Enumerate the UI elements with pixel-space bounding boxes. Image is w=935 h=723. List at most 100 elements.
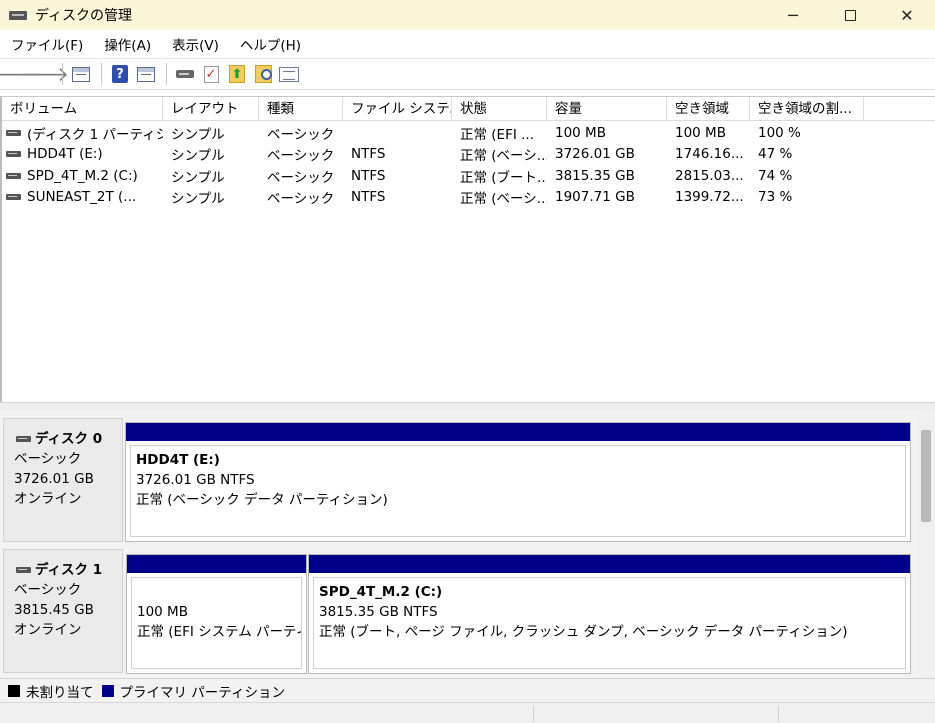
partition-size: 3815.35 GB NTFS xyxy=(319,604,438,620)
disk-status: オンライン xyxy=(14,491,82,507)
status-separator xyxy=(533,706,534,722)
console-tree-icon xyxy=(72,66,90,82)
primary-partition-swatch xyxy=(101,684,114,697)
menu-help[interactable]: ヘルプ(H) xyxy=(229,34,311,54)
volume-name: (ディスク 1 パーティショ... xyxy=(27,126,163,143)
partition-hdd4t[interactable]: HDD4T (E:) 3726.01 GB NTFS 正常 (ベーシック データ… xyxy=(125,422,911,542)
window-title: ディスクの管理 xyxy=(35,8,133,24)
disk-size: 3726.01 GB xyxy=(14,471,94,487)
connect-disk-button[interactable] xyxy=(173,63,197,85)
forward-arrow-icon: 🡒 xyxy=(15,62,69,86)
minimize-button[interactable]: ─ xyxy=(764,0,822,30)
legend-primary-partition: プライマリ パーティション xyxy=(101,681,285,701)
cell-filesystem: NTFS xyxy=(351,167,386,184)
partition-efi[interactable]: 3815.35 GB NTFS 100 MB 正常 (EFI システム パーティ… xyxy=(126,554,307,674)
cell-type: ベーシック xyxy=(267,126,335,143)
forward-button[interactable]: 🡒 xyxy=(15,63,69,85)
partition-status: 正常 (ブート, ページ ファイル, クラッシュ ダンプ, ベーシック データ … xyxy=(319,624,848,640)
cell-type: ベーシック xyxy=(267,191,335,208)
properties-button[interactable] xyxy=(277,63,301,85)
checklist-icon: ✓ xyxy=(203,65,219,83)
cell-volume: SPD_4T_M.2 (C:) xyxy=(2,168,163,184)
partition-spd-4t-m2[interactable]: SPD_4T_M.2 (C:) 3815.35 GB NTFS 正常 (ブート,… xyxy=(308,554,911,674)
action-pane-button[interactable] xyxy=(134,63,158,85)
volume-icon xyxy=(6,194,21,201)
cell-capacity: 3726.01 GB xyxy=(555,146,635,163)
partition-details: SPD_4T_M.2 (C:) 3815.35 GB NTFS 正常 (ブート,… xyxy=(313,577,906,669)
disk-0-label[interactable]: ディスク 0 ベーシック 3726.01 GB オンライン xyxy=(3,418,123,542)
close-icon: ✕ xyxy=(900,5,914,25)
legend: 未割り当て プライマリ パーティション xyxy=(0,678,935,702)
folder-up-icon: ⬆ xyxy=(229,65,245,83)
disk-icon xyxy=(16,436,31,442)
status-bar xyxy=(0,702,935,723)
menu-action[interactable]: 操作(A) xyxy=(93,34,161,54)
toolbar-separator xyxy=(101,63,102,85)
scrollbar-thumb[interactable] xyxy=(921,430,931,522)
toolbar-separator xyxy=(166,63,167,85)
disk-name-text: ディスク 0 xyxy=(35,431,103,447)
up-button[interactable]: ⬆ xyxy=(225,63,249,85)
volume-list: ボリューム レイアウト 種類 ファイル システム 状態 容量 空き領域 空き領域… xyxy=(0,96,935,402)
volume-name: SUNEAST_2T (... xyxy=(27,189,137,206)
column-filesystem[interactable]: ファイル システム xyxy=(343,97,452,121)
cell-filesystem: NTFS xyxy=(351,146,386,163)
maximize-button[interactable] xyxy=(821,0,879,30)
column-layout[interactable]: レイアウト xyxy=(163,97,259,121)
legend-unallocated: 未割り当て xyxy=(8,681,94,701)
cell-free-space: 100 MB xyxy=(675,124,726,141)
cell-capacity: 3815.35 GB xyxy=(555,167,635,184)
maximize-icon xyxy=(844,9,856,21)
disk-status: オンライン xyxy=(14,622,82,638)
column-volume[interactable]: ボリューム xyxy=(2,97,163,121)
column-capacity[interactable]: 容量 xyxy=(547,97,667,121)
column-status[interactable]: 状態 xyxy=(452,97,547,121)
menu-view[interactable]: 表示(V) xyxy=(161,34,229,54)
pane-splitter[interactable] xyxy=(0,402,935,410)
volume-icon xyxy=(6,172,21,179)
volume-name: SPD_4T_M.2 (C:) xyxy=(27,167,138,184)
partition-size: 100 MB xyxy=(137,604,188,620)
cell-percent-free: 74 % xyxy=(758,167,793,184)
close-button[interactable]: ✕ xyxy=(878,0,935,30)
volume-icon xyxy=(6,129,21,136)
menu-file[interactable]: ファイル(F) xyxy=(0,34,93,54)
table-row[interactable]: SPD_4T_M.2 (C:) シンプル ベーシック NTFS 正常 (ブート.… xyxy=(2,165,935,187)
cell-volume: (ディスク 1 パーティショ... xyxy=(2,123,163,143)
column-free-space[interactable]: 空き領域 xyxy=(667,97,750,121)
cell-status: 正常 (ベーシ... xyxy=(460,191,547,208)
cell-status: 正常 (EFI ... xyxy=(460,126,534,143)
disk-icon xyxy=(176,70,194,78)
disk-name: ディスク 1 xyxy=(14,560,122,580)
partition-name: SPD_4T_M.2 (C:) xyxy=(319,584,443,600)
search-button[interactable] xyxy=(251,63,275,85)
cell-volume: HDD4T (E:) xyxy=(2,146,163,162)
table-row[interactable]: SUNEAST_2T (... シンプル ベーシック NTFS 正常 (ベーシ.… xyxy=(2,187,935,209)
partition-name: HDD4T (E:) xyxy=(136,452,220,468)
column-type[interactable]: 種類 xyxy=(259,97,343,121)
status-separator xyxy=(778,706,779,722)
disk-1-label[interactable]: ディスク 1 ベーシック 3815.45 GB オンライン xyxy=(3,549,123,673)
cell-free-space: 2815.03... xyxy=(675,167,744,184)
column-percent-free[interactable]: 空き領域の割... xyxy=(750,97,864,121)
primary-partition-bar xyxy=(126,423,910,441)
disk-size: 3815.45 GB xyxy=(14,602,94,618)
table-row[interactable]: (ディスク 1 パーティショ... シンプル ベーシック 正常 (EFI ...… xyxy=(2,122,935,144)
toolbar: 🡐 🡒 ? ✓ ⬆ xyxy=(0,58,935,90)
check-button[interactable]: ✓ xyxy=(199,63,223,85)
cell-percent-free: 100 % xyxy=(758,124,801,141)
cell-volume: SUNEAST_2T (... xyxy=(2,189,163,205)
partition-details: 3815.35 GB NTFS 100 MB 正常 (EFI システム パーティ… xyxy=(131,577,302,669)
folder-search-icon xyxy=(254,65,272,83)
unallocated-swatch xyxy=(8,684,20,697)
help-button[interactable]: ? xyxy=(108,63,132,85)
disk-graphical-view: ディスク 0 ベーシック 3726.01 GB オンライン HDD4T (E:)… xyxy=(0,410,935,678)
action-pane-icon xyxy=(137,66,155,82)
cell-capacity: 100 MB xyxy=(555,124,606,141)
menu-bar: ファイル(F) 操作(A) 表示(V) ヘルプ(H) xyxy=(0,30,935,58)
show-hide-console-tree-button[interactable] xyxy=(69,63,93,85)
cell-percent-free: 73 % xyxy=(758,189,793,206)
cell-type: ベーシック xyxy=(267,169,335,186)
table-row[interactable]: HDD4T (E:) シンプル ベーシック NTFS 正常 (ベーシ... 37… xyxy=(2,144,935,166)
properties-icon xyxy=(279,66,299,82)
